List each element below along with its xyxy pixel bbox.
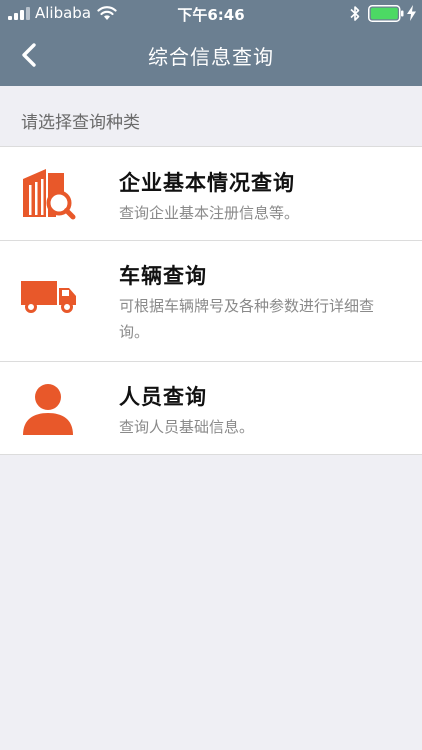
battery-icon xyxy=(368,5,404,22)
item-title: 人员查询 xyxy=(119,385,207,409)
list-item-vehicle[interactable]: 车辆查询 可根据车辆牌号及各种参数进行详细查询。 xyxy=(0,240,422,361)
item-title: 车辆查询 xyxy=(119,264,207,288)
item-description: 查询人员基础信息。 xyxy=(119,418,255,436)
page-title: 综合信息查询 xyxy=(148,45,274,69)
charging-icon xyxy=(407,5,416,21)
item-description: 可根据车辆牌号及各种参数进行详细查询。 xyxy=(119,297,375,341)
person-icon xyxy=(23,384,73,435)
list-item-person[interactable]: 人员查询 查询人员基础信息。 xyxy=(0,361,422,454)
query-type-list: 企业基本情况查询 查询企业基本注册信息等。 车辆查询 可根据车辆牌号及各种参数进… xyxy=(0,146,422,455)
truck-icon xyxy=(21,281,76,313)
section-label: 请选择查询种类 xyxy=(21,113,140,133)
status-bar: Alibaba 下午6:46 xyxy=(0,0,422,28)
nav-bar: Alibaba 下午6:46 综合信息查询 xyxy=(0,0,422,86)
bluetooth-icon xyxy=(350,6,360,21)
item-description: 查询企业基本注册信息等。 xyxy=(119,204,300,222)
item-title: 企业基本情况查询 xyxy=(119,171,295,195)
building-search-icon xyxy=(23,169,76,220)
list-item-enterprise[interactable]: 企业基本情况查询 查询企业基本注册信息等。 xyxy=(0,147,422,240)
